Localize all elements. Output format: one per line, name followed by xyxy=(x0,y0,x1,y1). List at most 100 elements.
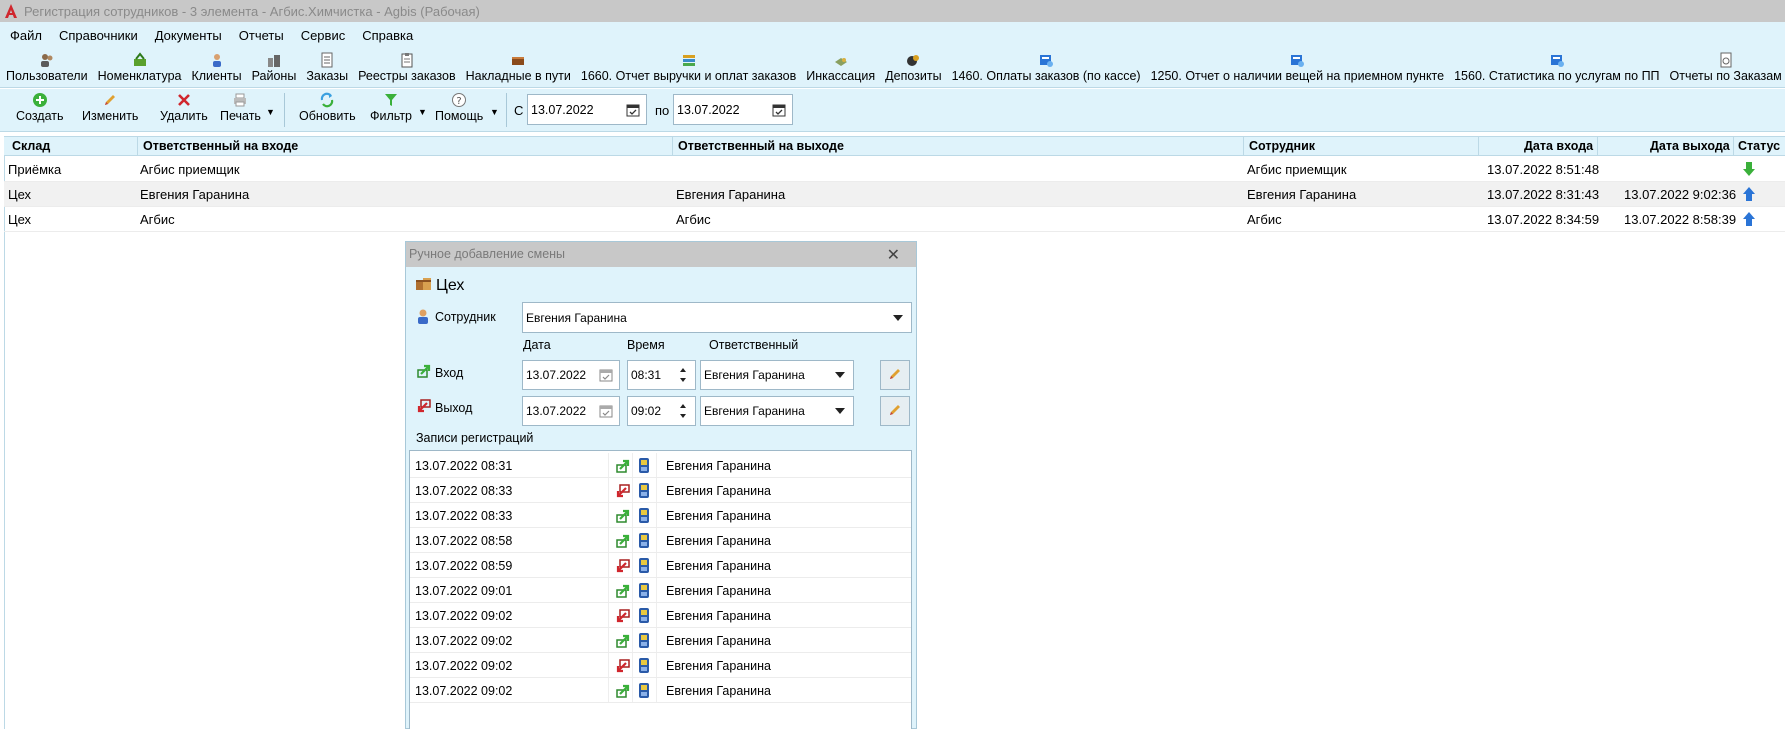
chevron-down-icon[interactable] xyxy=(893,314,903,321)
help-dropdown-icon[interactable]: ▼ xyxy=(490,107,499,117)
shortcut-items-report[interactable]: 1250. Отчет о наличии вещей на приемном … xyxy=(1151,51,1444,87)
col-date-in[interactable]: Дата входа xyxy=(1524,139,1593,153)
record-datetime: 13.07.2022 09:02 xyxy=(415,684,513,698)
shortcut-waybills[interactable]: Накладные в пути xyxy=(466,51,571,87)
column-separator xyxy=(632,578,633,602)
help-button[interactable]: ? Помощь xyxy=(435,91,483,123)
table-row[interactable]: Цех Агбис Агбис Агбис 13.07.2022 8:34:59… xyxy=(4,207,1785,232)
col-date-out[interactable]: Дата выхода xyxy=(1650,139,1730,153)
shortcut-order-reports[interactable]: Отчеты по Заказам xyxy=(1670,51,1782,87)
col-warehouse[interactable]: Склад xyxy=(12,139,50,153)
col-responsible-out[interactable]: Ответственный на выходе xyxy=(678,139,844,153)
refresh-button[interactable]: Обновить xyxy=(299,91,356,123)
dialog-title-bar: Ручное добавление смены ✕ xyxy=(406,242,916,267)
entry-edit-button[interactable] xyxy=(880,360,910,390)
list-item[interactable]: 13.07.2022 08:33 Евгения Гаранина xyxy=(410,478,911,503)
shortcut-services-stats[interactable]: 1560. Статистика по услугам по ПП xyxy=(1454,51,1660,87)
menu-help[interactable]: Справка xyxy=(362,28,413,43)
terminal-icon xyxy=(638,607,650,627)
shortcut-revenue-report[interactable]: 1660. Отчет выручки и оплат заказов xyxy=(581,51,796,87)
column-separator xyxy=(656,603,657,627)
shortcut-clients[interactable]: Клиенты xyxy=(191,51,242,87)
col-status[interactable]: Статус xyxy=(1738,139,1780,153)
arrow-in-green-icon xyxy=(417,364,431,381)
shortcut-orders[interactable]: Заказы xyxy=(306,51,348,87)
calendar-icon[interactable] xyxy=(626,103,640,120)
order-registry-icon xyxy=(399,51,415,69)
exit-date-input[interactable]: 13.07.2022 xyxy=(522,396,620,426)
shortcut-nomenclature[interactable]: Номенклатура xyxy=(98,51,181,87)
list-item[interactable]: 13.07.2022 09:02 Евгения Гаранина xyxy=(410,603,911,628)
shortcut-order-registries[interactable]: Реестры заказов xyxy=(358,51,456,87)
menu-bar: Файл Справочники Документы Отчеты Сервис… xyxy=(0,22,1785,48)
menu-reports[interactable]: Отчеты xyxy=(239,28,284,43)
delete-button[interactable]: Удалить xyxy=(160,91,208,123)
chevron-down-icon[interactable] xyxy=(835,372,845,378)
shortcut-deposits[interactable]: Депозиты xyxy=(885,51,942,87)
column-separator xyxy=(656,653,657,677)
record-datetime: 13.07.2022 09:02 xyxy=(415,659,513,673)
entry-responsible-combobox[interactable]: Евгения Гаранина xyxy=(700,360,854,390)
col-employee[interactable]: Сотрудник xyxy=(1249,139,1315,153)
spin-down-icon[interactable] xyxy=(680,378,686,382)
registration-records-list[interactable]: 13.07.2022 08:31 Евгения Гаранина 13.07.20… xyxy=(409,450,912,729)
date-from-input[interactable]: 13.07.2022 xyxy=(527,94,647,125)
list-item[interactable]: 13.07.2022 09:02 Евгения Гаранина xyxy=(410,678,911,703)
spin-up-icon[interactable] xyxy=(680,368,686,372)
table-row[interactable]: Цех Евгения Гаранина Евгения Гаранина Ев… xyxy=(4,182,1785,207)
list-item[interactable]: 13.07.2022 08:33 Евгения Гаранина xyxy=(410,503,911,528)
calendar-icon[interactable] xyxy=(599,404,613,421)
menu-service[interactable]: Сервис xyxy=(301,28,346,43)
menu-directories[interactable]: Справочники xyxy=(59,28,138,43)
list-item[interactable]: 13.07.2022 08:59 Евгения Гаранина xyxy=(410,553,911,578)
shortcut-payments-report[interactable]: 1460. Оплаты заказов (по кассе) xyxy=(952,51,1141,87)
shortcut-districts[interactable]: Районы xyxy=(252,51,296,87)
table-row[interactable]: Приёмка Агбис приемщик Агбис приемщик 13… xyxy=(4,157,1785,182)
shortcut-cash-collection[interactable]: Инкассация xyxy=(806,51,875,87)
date-to-input[interactable]: 13.07.2022 xyxy=(673,94,793,125)
arrow-up-blue-icon xyxy=(1742,186,1756,205)
column-separator xyxy=(608,503,609,527)
list-item[interactable]: 13.07.2022 09:01 Евгения Гаранина xyxy=(410,578,911,603)
dialog-warehouse-title: Цех xyxy=(436,277,465,294)
print-dropdown-icon[interactable]: ▼ xyxy=(266,107,275,117)
users-icon xyxy=(39,51,55,69)
filter-dropdown-icon[interactable]: ▼ xyxy=(418,107,427,117)
spin-down-icon[interactable] xyxy=(680,414,686,418)
record-datetime: 13.07.2022 08:58 xyxy=(415,534,513,548)
help-question-icon: ? xyxy=(451,91,467,109)
filter-button[interactable]: Фильтр xyxy=(370,91,412,123)
list-item[interactable]: 13.07.2022 08:31 Евгения Гаранина xyxy=(410,453,911,478)
calendar-icon[interactable] xyxy=(772,103,786,120)
column-separator xyxy=(632,528,633,552)
exit-edit-button[interactable] xyxy=(880,396,910,426)
exit-responsible-combobox[interactable]: Евгения Гаранина xyxy=(700,396,854,426)
menu-documents[interactable]: Документы xyxy=(155,28,222,43)
column-separator xyxy=(608,578,609,602)
pencil-icon xyxy=(102,91,118,109)
shortcut-users[interactable]: Пользователи xyxy=(6,51,88,87)
list-item[interactable]: 13.07.2022 09:02 Евгения Гаранина xyxy=(410,628,911,653)
entry-time-spinner[interactable]: 08:31 xyxy=(627,360,696,390)
arrow-in-green-icon xyxy=(616,534,630,551)
exit-time-spinner[interactable]: 09:02 xyxy=(627,396,696,426)
agbis-logo-icon xyxy=(2,2,20,20)
spin-up-icon[interactable] xyxy=(680,404,686,408)
calendar-icon[interactable] xyxy=(599,368,613,385)
list-item[interactable]: 13.07.2022 09:02 Евгения Гаранина xyxy=(410,653,911,678)
record-datetime: 13.07.2022 09:01 xyxy=(415,584,513,598)
close-icon[interactable]: ✕ xyxy=(887,245,900,265)
menu-file[interactable]: Файл xyxy=(10,28,42,43)
print-button[interactable]: Печать xyxy=(220,91,261,123)
list-item[interactable]: 13.07.2022 08:58 Евгения Гаранина xyxy=(410,528,911,553)
record-datetime: 13.07.2022 08:31 xyxy=(415,459,513,473)
create-button[interactable]: Создать xyxy=(16,91,64,123)
edit-button[interactable]: Изменить xyxy=(82,91,138,123)
employee-combobox[interactable]: Евгения Гаранина xyxy=(522,302,912,333)
chevron-down-icon[interactable] xyxy=(835,408,845,414)
column-separator xyxy=(608,653,609,677)
column-separator xyxy=(656,553,657,577)
entry-date-input[interactable]: 13.07.2022 xyxy=(522,360,620,390)
col-responsible-in[interactable]: Ответственный на входе xyxy=(143,139,298,153)
arrow-out-red-icon xyxy=(616,484,630,501)
